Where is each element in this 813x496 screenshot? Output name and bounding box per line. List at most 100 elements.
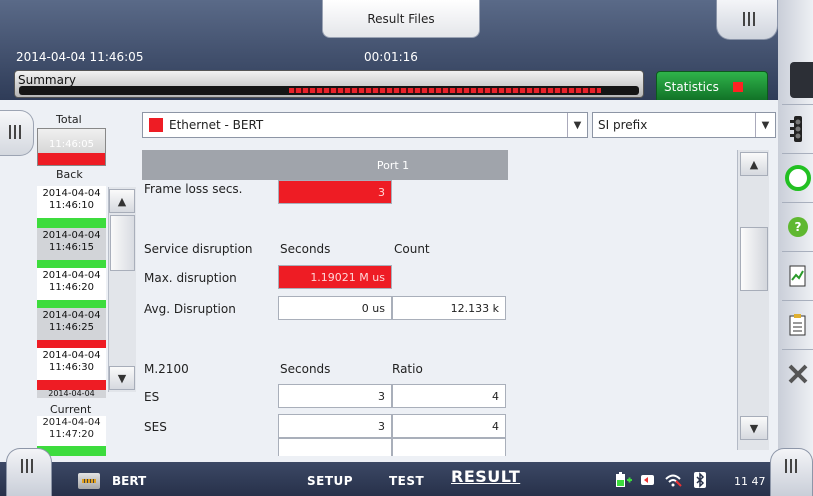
snapshot-time: 11:46:15	[49, 242, 94, 253]
top-drawer-handle[interactable]	[716, 0, 778, 40]
triangle-down-icon: ▼	[117, 371, 127, 385]
elapsed-time: 00:01:16	[364, 50, 418, 64]
table-scrollbar[interactable]: ▲ ▼	[737, 150, 769, 450]
summary-bar[interactable]: Summary	[14, 70, 644, 98]
left-drawer-handle[interactable]	[0, 110, 34, 156]
snapshot-scroll-thumb[interactable]	[110, 215, 135, 271]
snapshot-date: 2014-04-04	[42, 350, 101, 361]
chevron-down-icon: ▼	[755, 113, 775, 137]
snapshot-status-bar	[37, 380, 106, 390]
help-icon[interactable]: ?	[782, 202, 813, 250]
summary-alarm-segment	[289, 88, 601, 93]
clock: 11 47	[734, 475, 766, 488]
report-icon[interactable]	[782, 251, 813, 299]
table-cell-partial	[278, 438, 392, 456]
current-snapshot[interactable]: 2014-04-04 11:47:20	[37, 416, 106, 456]
ses-label: SES	[144, 420, 167, 434]
source-status-swatch	[149, 118, 163, 132]
table-scroll-down[interactable]: ▼	[740, 416, 768, 440]
port-header-label: Port 1	[376, 158, 410, 172]
avg-disruption-label: Avg. Disruption	[144, 302, 236, 316]
snapshot-date: 2014-04-04	[48, 390, 95, 398]
summary-timeline	[19, 86, 639, 95]
usb-storage-icon	[640, 472, 656, 490]
max-disruption-label: Max. disruption	[144, 271, 237, 285]
avg-disruption-value: 0 us	[278, 296, 392, 320]
snapshot-scroll-down[interactable]: ▼	[109, 366, 135, 390]
prefix-dropdown[interactable]: SI prefix ▼	[592, 112, 776, 138]
max-disruption-value: 1.19021 M us	[278, 265, 392, 289]
summary-label: Summary	[18, 73, 76, 87]
seconds-column-header: Seconds	[280, 362, 331, 376]
snapshot-scrollbar[interactable]: ▲ ▼	[108, 187, 136, 392]
table-cell-partial	[392, 438, 506, 456]
triangle-up-icon: ▲	[117, 194, 127, 208]
grip-icon	[9, 125, 21, 139]
m2100-label: M.2100	[144, 362, 189, 376]
table-scroll-up[interactable]: ▲	[740, 152, 768, 176]
svg-text:?: ?	[794, 220, 801, 234]
snapshot-date: 2014-04-04	[42, 188, 101, 199]
snapshot-date: 2014-04-04	[42, 417, 101, 428]
es-ratio: 4	[392, 384, 506, 408]
top-bar: Result Files 2014-04-04 11:46:05 00:01:1…	[0, 0, 813, 112]
total-time: 11:46:05	[49, 139, 94, 150]
snapshot-date: 2014-04-04	[42, 270, 101, 281]
bottom-right-handle[interactable]	[770, 448, 813, 496]
statistics-label: Statistics	[664, 80, 719, 94]
table-header-blank	[142, 150, 278, 180]
statistics-button[interactable]: Statistics	[656, 71, 768, 103]
bluetooth-icon	[694, 472, 706, 492]
snapshot-item[interactable]: 2014-04-04 11:46:30	[37, 348, 106, 390]
nav-result[interactable]: RESULT	[451, 467, 520, 486]
traffic-light-icon[interactable]	[782, 104, 813, 152]
current-label: Current	[50, 403, 92, 416]
snapshot-time: 11:46:25	[49, 322, 94, 333]
result-files-tab[interactable]: Result Files	[322, 0, 480, 38]
snapshot-item[interactable]: 2014-04-04 11:46:25	[37, 308, 106, 350]
es-label: ES	[144, 390, 160, 404]
snapshot-item[interactable]: 2014-04-04 11:46:15	[37, 228, 106, 270]
count-column-header: Count	[394, 242, 430, 256]
snapshot-time: 11:46:20	[49, 282, 94, 293]
grip-icon	[785, 459, 797, 473]
nav-test[interactable]: TEST	[389, 474, 424, 488]
source-dropdown[interactable]: Ethernet - BERT ▼	[142, 112, 588, 138]
back-label: Back	[56, 168, 83, 181]
clipboard-icon[interactable]	[782, 300, 813, 348]
run-status-icon[interactable]	[782, 153, 813, 201]
current-datetime: 2014-04-04 11:46:05	[16, 50, 144, 64]
grip-icon	[743, 12, 755, 26]
bottom-left-handle[interactable]	[6, 448, 52, 496]
ses-ratio: 4	[392, 414, 506, 438]
ratio-column-header: Ratio	[392, 362, 423, 376]
snapshot-item[interactable]: 2014-04-04 11:46:20	[37, 268, 106, 310]
snapshot-time: 11:46:10	[49, 200, 94, 211]
statistics-table: Port 1 Frame loss secs. 3 Service disrup…	[142, 150, 736, 456]
battery-icon	[615, 472, 633, 492]
snapshot-scroll-up[interactable]: ▲	[109, 189, 135, 213]
snapshot-item-partial[interactable]: 2014-04-04	[37, 390, 106, 398]
right-panel-top-button[interactable]	[790, 62, 813, 98]
tools-icon[interactable]	[782, 349, 813, 397]
bert-app-icon[interactable]	[78, 473, 100, 489]
snapshot-status-bar	[37, 218, 106, 228]
nav-setup[interactable]: SETUP	[307, 474, 353, 488]
app-name: BERT	[112, 474, 147, 488]
prefix-dropdown-value: SI prefix	[598, 118, 648, 132]
snapshot-time: 11:47:20	[49, 429, 94, 440]
table-scroll-thumb[interactable]	[740, 227, 768, 291]
statistics-alarm-indicator	[732, 82, 743, 92]
wifi-icon	[664, 472, 682, 492]
total-snapshot[interactable]: 11:46:05	[37, 128, 106, 166]
service-disruption-label: Service disruption	[144, 242, 253, 256]
seconds-column-header: Seconds	[280, 242, 331, 256]
snapshot-date: 2014-04-04	[42, 230, 101, 241]
triangle-down-icon: ▼	[749, 421, 759, 435]
source-dropdown-value: Ethernet - BERT	[169, 118, 264, 132]
snapshot-item[interactable]: 2014-04-04 11:46:10	[37, 186, 106, 228]
result-files-label: Result Files	[367, 11, 435, 26]
triangle-up-icon: ▲	[749, 157, 759, 171]
snapshot-date: 2014-04-04	[42, 310, 101, 321]
avg-disruption-count: 12.133 k	[392, 296, 506, 320]
